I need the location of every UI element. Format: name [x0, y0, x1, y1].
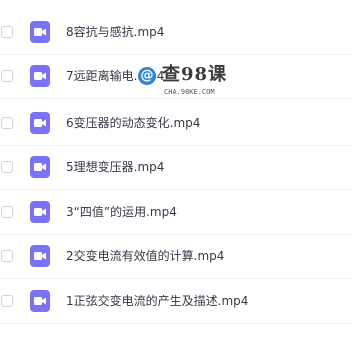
- video-file-icon: [30, 65, 50, 87]
- row-checkbox[interactable]: [1, 161, 13, 173]
- video-file-icon: [30, 21, 50, 43]
- video-file-icon: [30, 290, 50, 312]
- video-file-icon: [30, 156, 50, 178]
- row-checkbox[interactable]: [1, 117, 13, 129]
- list-item[interactable]: 3“四值”的运用.mp4: [0, 191, 352, 235]
- watermark-text: 查98课: [162, 64, 228, 85]
- row-checkbox[interactable]: [1, 206, 13, 218]
- row-checkbox[interactable]: [1, 295, 13, 307]
- video-file-icon: [30, 201, 50, 223]
- file-name[interactable]: 8容抗与感抗.mp4: [66, 24, 164, 40]
- row-divider: [0, 189, 352, 190]
- file-name[interactable]: 5理想变压器.mp4: [66, 159, 164, 175]
- file-name[interactable]: 1正弦交变电流的产生及描述.mp4: [66, 293, 248, 309]
- list-item[interactable]: 1正弦交变电流的产生及描述.mp4: [0, 280, 352, 324]
- watermark-at-icon: @: [138, 67, 156, 85]
- watermark: @ 查98课 CHA.98KE.COM: [138, 63, 236, 101]
- file-name[interactable]: 6变压器的动态变化.mp4: [66, 115, 200, 131]
- list-item[interactable]: 5理想变压器.mp4: [0, 146, 352, 190]
- list-item[interactable]: 2交变电流有效值的计算.mp4: [0, 235, 352, 279]
- list-item[interactable]: 6变压器的动态变化.mp4: [0, 102, 352, 146]
- row-checkbox[interactable]: [1, 26, 13, 38]
- row-divider: [0, 278, 352, 279]
- row-checkbox[interactable]: [1, 250, 13, 262]
- file-name[interactable]: 2交变电流有效值的计算.mp4: [66, 248, 224, 264]
- watermark-domain: CHA.98KE.COM: [164, 88, 215, 96]
- file-name[interactable]: 3“四值”的运用.mp4: [66, 204, 177, 220]
- row-checkbox[interactable]: [1, 70, 13, 82]
- row-divider: [0, 323, 352, 324]
- video-file-icon: [30, 245, 50, 267]
- file-list: 8容抗与感抗.mp4 7远距离输电.mp4 6变压器的动态变化.mp4 5理想变…: [0, 0, 352, 340]
- list-item[interactable]: 8容抗与感抗.mp4: [0, 11, 352, 55]
- video-file-icon: [30, 112, 50, 134]
